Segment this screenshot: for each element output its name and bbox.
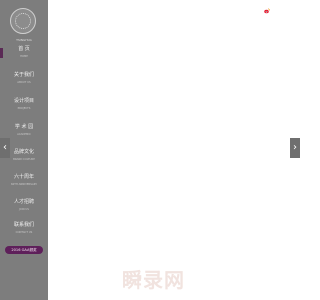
university-seal-logo[interactable]: [10, 8, 36, 34]
sidebar-item-home[interactable]: 首 页 HOME: [0, 46, 48, 59]
sidebar-item-careers[interactable]: 人才招聘 JOIN US: [0, 199, 48, 212]
sidebar-item-label: 联系我们: [13, 222, 34, 228]
sidebar-item-label: 设计项目: [13, 98, 34, 104]
sidebar-item-sublabel: 60TH ANNIVERSARY: [11, 183, 37, 186]
sidebar-item-sublabel: BRAND CULTURE: [13, 158, 35, 161]
sidebar-item-label: 人才招聘: [13, 199, 34, 205]
sidebar-item-label: 学 术 园: [14, 124, 34, 130]
sidebar-item-sublabel: JOIN US: [19, 208, 29, 211]
logo-text: TSINGHUA: [16, 38, 32, 42]
sidebar-item-projects[interactable]: 设计项目 PROJECTS: [0, 98, 48, 111]
sidebar-item-sublabel: ACADEMIC: [17, 133, 31, 136]
seal-ring: [15, 13, 31, 29]
sidebar-item-sublabel: PROJECTS: [17, 107, 31, 110]
sidebar-item-contact[interactable]: 联系我们 CONTACT US: [0, 222, 48, 235]
carousel-next-button[interactable]: ›: [290, 138, 300, 158]
sidebar-item-about[interactable]: 关于我们 ABOUT US: [0, 72, 48, 85]
carousel-prev-button[interactable]: ‹: [0, 138, 10, 158]
chevron-left-icon: ‹: [3, 142, 7, 153]
sidebar-item-sublabel: ABOUT US: [17, 81, 31, 84]
sidebar-item-sublabel: CONTACT US: [15, 231, 33, 234]
sidebar-item-sublabel: HOME: [20, 55, 28, 58]
sidebar-item-label: 首 页: [18, 46, 30, 52]
sidebar-item-anniversary[interactable]: 六十周年 60TH ANNIVERSARY: [0, 174, 48, 187]
sidebar-item-label: 六十周年: [13, 174, 34, 180]
weibo-icon[interactable]: [264, 8, 270, 14]
sidebar-item-label: 关于我们: [13, 72, 34, 78]
chevron-right-icon: ›: [293, 142, 297, 153]
watermark-text: 瞬录网: [122, 268, 185, 292]
gaa-award-button[interactable]: 2016 GAA颁奖: [5, 246, 43, 254]
sidebar-item-academic[interactable]: 学 术 园 ACADEMIC: [0, 124, 48, 137]
